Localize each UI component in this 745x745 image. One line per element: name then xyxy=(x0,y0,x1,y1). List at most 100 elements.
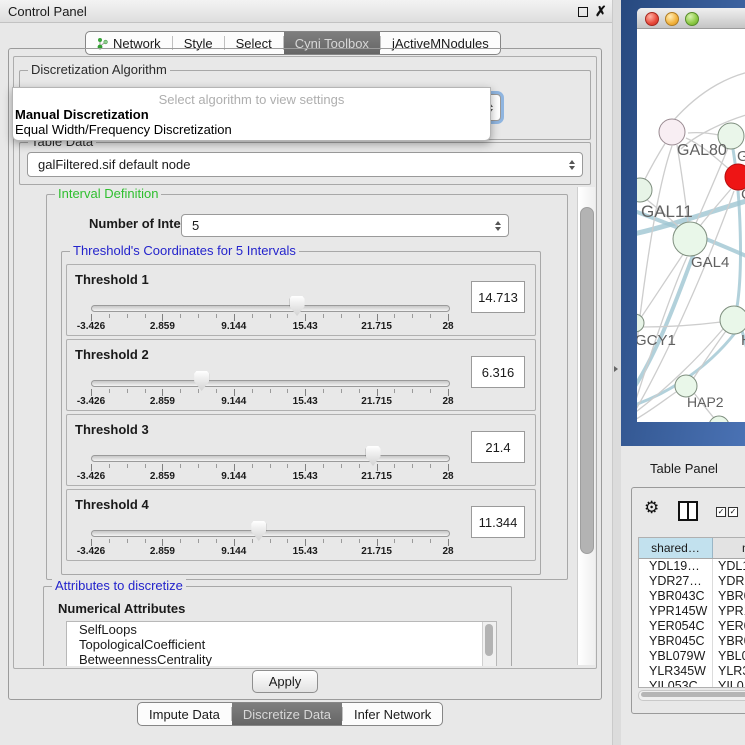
settings-scroll-area: Interval Definition Number of Intervals … xyxy=(16,186,575,666)
table-horizontal-scrollbar[interactable] xyxy=(638,690,745,701)
cell-shared-name[interactable]: YDL19… xyxy=(639,559,712,574)
checkbox-icon[interactable]: ✓ xyxy=(716,507,726,517)
table-row[interactable]: YER054CYER0 xyxy=(639,619,745,634)
network-window-titlebar xyxy=(637,8,745,29)
cell-name[interactable]: YPR1 xyxy=(712,604,745,619)
cell-shared-name[interactable]: YIL053C xyxy=(639,679,712,688)
table-data-combo[interactable]: galFiltered.sif default node xyxy=(27,152,583,177)
column-header-name[interactable]: na xyxy=(713,538,745,558)
node-table: shared… na YDL19…YDL1YDR27…YDR2YBR043CYB… xyxy=(638,537,745,688)
cell-name[interactable]: YER0 xyxy=(712,619,745,634)
resize-grip-icon[interactable] xyxy=(614,366,618,372)
tick-label: 9.144 xyxy=(221,546,246,557)
table-row[interactable]: YBL079WYBL0 xyxy=(639,649,745,664)
tick-label: 2.859 xyxy=(150,546,175,557)
node-label: GCY1 xyxy=(637,332,676,349)
split-columns-icon[interactable] xyxy=(678,501,698,521)
table-data-group: Table Data galFiltered.sif default node xyxy=(19,142,591,185)
tick-label: -3.426 xyxy=(77,396,105,407)
attributes-scrollbar[interactable] xyxy=(482,622,496,666)
threshold-3-slider-track[interactable] xyxy=(91,455,450,462)
cell-shared-name[interactable]: YER054C xyxy=(639,619,712,634)
cell-name[interactable]: YBL0 xyxy=(712,649,745,664)
close-traffic-light-icon[interactable] xyxy=(645,12,659,26)
threshold-4-value[interactable]: 11.344 xyxy=(471,506,525,538)
table-row[interactable]: YBR043CYBR0 xyxy=(639,589,745,604)
attribute-list-item[interactable]: SelfLoops xyxy=(67,622,496,637)
threshold-3-value[interactable]: 21.4 xyxy=(471,431,525,463)
threshold-2-slider-handle[interactable] xyxy=(194,371,209,391)
node-gal11[interactable] xyxy=(637,178,652,202)
attribute-list-item[interactable]: BetweennessCentrality xyxy=(67,652,496,666)
table-row[interactable]: YIL053CYIL0 xyxy=(639,679,745,688)
tick-label: 28 xyxy=(442,396,453,407)
node-label: HAP2 xyxy=(687,394,724,410)
checkbox-icon[interactable]: ✓ xyxy=(728,507,738,517)
node-bottom-cut[interactable] xyxy=(709,416,729,422)
threshold-1-value[interactable]: 14.713 xyxy=(471,281,525,313)
numerical-attributes-heading: Numerical Attributes xyxy=(58,601,185,616)
cell-name[interactable]: YDL1 xyxy=(712,559,745,574)
tab-infer-network[interactable]: Infer Network xyxy=(343,703,442,725)
float-window-icon[interactable] xyxy=(578,7,588,17)
slider-tick-labels: -3.4262.8599.14415.4321.71528 xyxy=(91,471,448,483)
table-row[interactable]: YDR27…YDR2 xyxy=(639,574,745,589)
tick-label: 9.144 xyxy=(221,396,246,407)
table-row[interactable]: YLR345WYLR3 xyxy=(639,664,745,679)
cell-name[interactable]: YIL0 xyxy=(712,679,744,688)
menu-item-manual-discretization[interactable]: Manual Discretization xyxy=(15,107,149,122)
numerical-attributes-list[interactable]: SelfLoopsTopologicalCoefficientBetweenne… xyxy=(66,621,497,666)
cell-name[interactable]: YBR0 xyxy=(712,634,745,649)
cell-name[interactable]: YBR0 xyxy=(712,589,745,604)
threshold-4-slider-track[interactable] xyxy=(91,530,450,537)
table-row[interactable]: YPR145WYPR1 xyxy=(639,604,745,619)
attributes-group-title: Attributes to discretize xyxy=(52,579,186,593)
threshold-2-value[interactable]: 6.316 xyxy=(471,356,525,388)
network-edge[interactable] xyxy=(643,322,721,327)
node-gal4[interactable] xyxy=(673,222,707,256)
threshold-1-slider-handle[interactable] xyxy=(290,296,305,316)
settings-vertical-scrollbar[interactable] xyxy=(577,187,595,665)
threshold-4-slider-handle[interactable] xyxy=(251,521,266,541)
close-icon[interactable]: ✗ xyxy=(595,3,607,20)
tick-label: 9.144 xyxy=(221,321,246,332)
cell-name[interactable]: YLR3 xyxy=(712,664,745,679)
cell-shared-name[interactable]: YBR045C xyxy=(639,634,712,649)
threshold-1-slider-track[interactable] xyxy=(91,305,450,312)
attributes-group: Attributes to discretize Numerical Attri… xyxy=(43,586,512,666)
tick-label: 2.859 xyxy=(150,396,175,407)
node-label: GA xyxy=(737,148,745,165)
threshold-3-slider-handle[interactable] xyxy=(366,446,381,466)
number-of-intervals-combo[interactable]: 5 xyxy=(181,214,509,237)
tick-label: 21.715 xyxy=(361,546,392,557)
tab-impute-data[interactable]: Impute Data xyxy=(138,703,231,725)
apply-button[interactable]: Apply xyxy=(252,670,318,693)
cell-shared-name[interactable]: YLR345W xyxy=(639,664,712,679)
algorithm-dropdown-popup: Select algorithm to view settings Manual… xyxy=(12,87,491,141)
node-h[interactable] xyxy=(720,306,745,334)
cell-shared-name[interactable]: YBL079W xyxy=(639,649,712,664)
node-gcy1[interactable] xyxy=(637,314,644,332)
attribute-list-item[interactable]: TopologicalCoefficient xyxy=(67,637,496,652)
threshold-3-label: Threshold 3 xyxy=(75,422,149,437)
column-header-shared[interactable]: shared… xyxy=(639,538,713,558)
table-row[interactable]: YDL19…YDL1 xyxy=(639,559,745,574)
control-panel: Control Panel ✗ NetworkStyleSelectCyni T… xyxy=(0,0,612,745)
network-canvas[interactable]: GAL80GACGAL11GAL4GCY1HHAP2 xyxy=(637,29,745,422)
scrollbar-thumb[interactable] xyxy=(641,692,745,697)
network-edge[interactable] xyxy=(644,142,666,181)
menu-item-equal-width-frequency[interactable]: Equal Width/Frequency Discretization xyxy=(15,122,232,137)
table-row[interactable]: YBR045CYBR0 xyxy=(639,634,745,649)
cell-name[interactable]: YDR2 xyxy=(712,574,745,589)
zoom-traffic-light-icon[interactable] xyxy=(685,12,699,26)
cell-shared-name[interactable]: YPR145W xyxy=(639,604,712,619)
network-edge[interactable] xyxy=(693,331,726,379)
minimize-traffic-light-icon[interactable] xyxy=(665,12,679,26)
gear-icon[interactable]: ⚙ xyxy=(644,498,659,518)
tab-discretize-data[interactable]: Discretize Data xyxy=(232,703,342,725)
scrollbar-thumb[interactable] xyxy=(580,207,594,554)
network-edge[interactable] xyxy=(673,71,745,121)
cell-shared-name[interactable]: YBR043C xyxy=(639,589,712,604)
threshold-2-slider-track[interactable] xyxy=(91,380,450,387)
cell-shared-name[interactable]: YDR27… xyxy=(639,574,712,589)
